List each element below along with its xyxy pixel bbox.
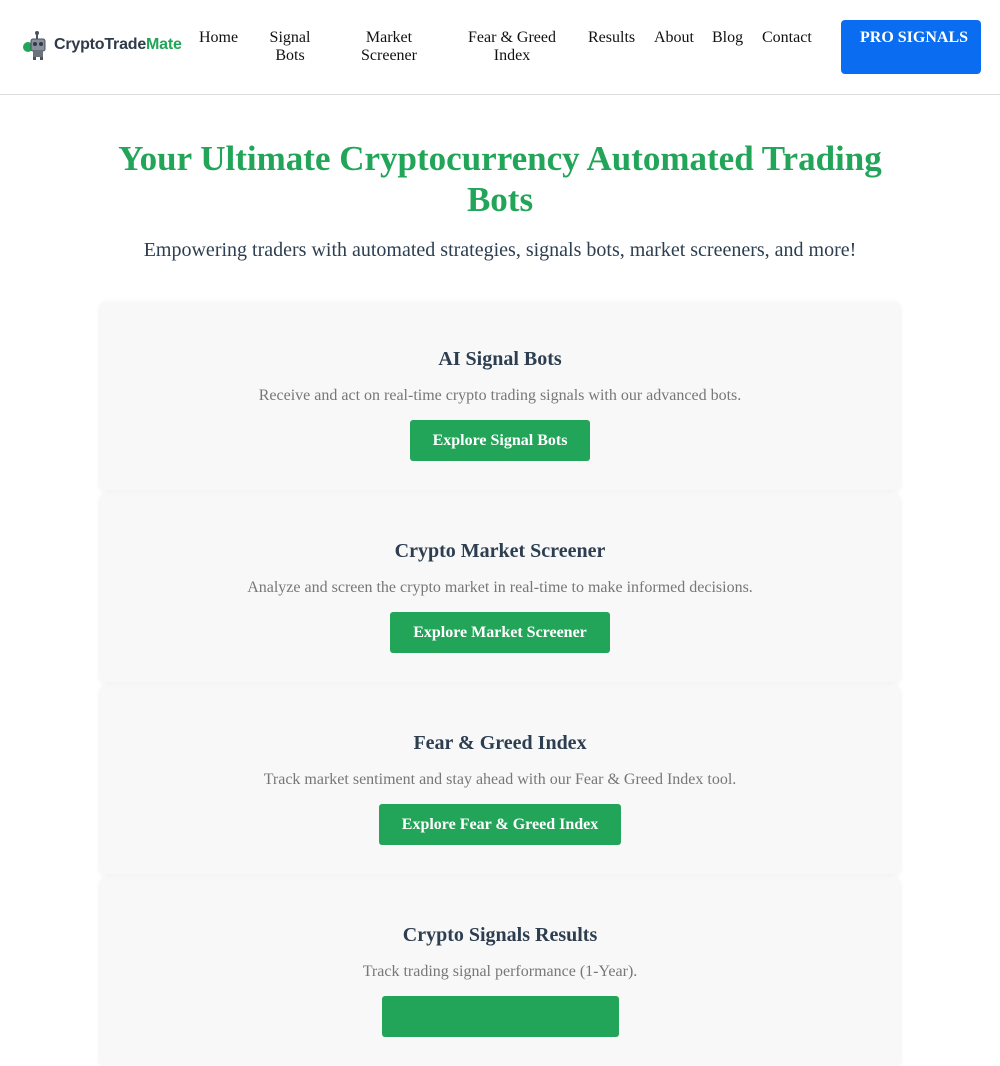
robot-icon bbox=[22, 30, 52, 60]
card-ai-signal-bots: AI Signal Bots Receive and act on real-t… bbox=[100, 302, 900, 490]
card-description: Track market sentiment and stay ahead wi… bbox=[263, 771, 737, 788]
nav-results[interactable]: Results bbox=[588, 29, 635, 47]
hero-title: Your Ultimate Cryptocurrency Automated T… bbox=[118, 139, 882, 219]
logo[interactable]: CryptoTradeMate bbox=[22, 30, 182, 60]
logo-text: CryptoTradeMate bbox=[54, 36, 182, 53]
hero-subtitle: Empowering traders with automated strate… bbox=[143, 239, 857, 261]
card-title: Fear & Greed Index bbox=[413, 732, 587, 754]
card-fear-greed-index: Fear & Greed Index Track market sentimen… bbox=[100, 686, 900, 874]
card-title: Crypto Market Screener bbox=[394, 540, 606, 562]
card-description: Receive and act on real-time crypto trad… bbox=[258, 387, 742, 404]
card-title: AI Signal Bots bbox=[438, 348, 562, 370]
nav-blog[interactable]: Blog bbox=[712, 29, 743, 47]
card-signals-results: Crypto Signals Results Track trading sig… bbox=[100, 878, 900, 1066]
explore-fear-greed-button[interactable]: Explore Fear & Greed Index bbox=[378, 804, 622, 845]
nav-market-screener[interactable]: Market Screener bbox=[350, 29, 428, 65]
explore-signal-bots-button[interactable]: Explore Signal Bots bbox=[409, 420, 591, 461]
explore-results-button[interactable] bbox=[381, 996, 619, 1037]
card-description: Analyze and screen the crypto market in … bbox=[247, 579, 753, 596]
card-market-screener: Crypto Market Screener Analyze and scree… bbox=[100, 494, 900, 682]
nav-about[interactable]: About bbox=[654, 29, 694, 47]
site-header: CryptoTradeMate Home Signal Bots Market … bbox=[0, 0, 1000, 95]
explore-market-screener-button[interactable]: Explore Market Screener bbox=[390, 612, 610, 653]
nav-signal-bots[interactable]: Signal Bots bbox=[262, 29, 318, 65]
card-title: Crypto Signals Results bbox=[402, 924, 598, 946]
nav-fear-greed-index[interactable]: Fear & Greed Index bbox=[458, 29, 566, 65]
card-description: Track trading signal performance (1-Year… bbox=[362, 963, 638, 980]
nav-contact[interactable]: Contact bbox=[762, 29, 812, 47]
pro-signals-button[interactable]: PRO SIGNALS bbox=[841, 20, 981, 74]
nav-home[interactable]: Home bbox=[199, 29, 238, 47]
